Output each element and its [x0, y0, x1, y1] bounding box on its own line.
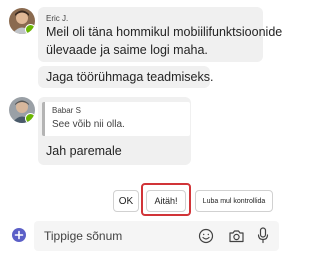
suggested-reply-label: Luba mul kontrollida [202, 197, 266, 205]
avatar-babar[interactable] [9, 97, 35, 123]
highlight-box [141, 183, 191, 216]
quoted-text: See võib nii olla. [52, 119, 125, 130]
microphone-icon[interactable] [257, 227, 269, 244]
suggested-reply-label: OK [118, 195, 134, 207]
presence-available-icon [25, 24, 35, 34]
message-bubble-babar[interactable]: Babar S See võib nii olla. Jah paremale [38, 97, 191, 165]
message-bubble-eric-followup[interactable]: Jaga töörühmaga teadmiseks. [38, 66, 214, 88]
presence-available-icon [25, 113, 35, 123]
message-text-line-1: Meil oli täna hommikul mobiilifunktsioon… [46, 25, 283, 39]
quoted-sender-name: Babar S [52, 106, 81, 115]
suggested-reply-let-me-check[interactable]: Luba mul kontrollida [195, 190, 273, 212]
message-text: Jaga töörühmaga teadmiseks. [46, 70, 214, 84]
emoji-icon[interactable] [198, 228, 214, 244]
sender-name: Eric J. [46, 14, 69, 23]
message-text: Jah paremale [46, 144, 122, 158]
add-circle-icon[interactable] [12, 228, 26, 242]
camera-icon[interactable] [228, 228, 245, 244]
message-bubble-eric[interactable]: Eric J. Meil oli täna hommikul mobiilifu… [38, 7, 282, 62]
avatar-eric[interactable] [9, 8, 35, 34]
suggested-reply-ok[interactable]: OK [113, 190, 139, 212]
quoted-message[interactable]: Babar S See võib nii olla. [42, 102, 190, 136]
message-input[interactable]: Tippige sõnum [44, 229, 122, 243]
message-text-line-2: ülevaade ja saime logi maha. [46, 43, 208, 57]
